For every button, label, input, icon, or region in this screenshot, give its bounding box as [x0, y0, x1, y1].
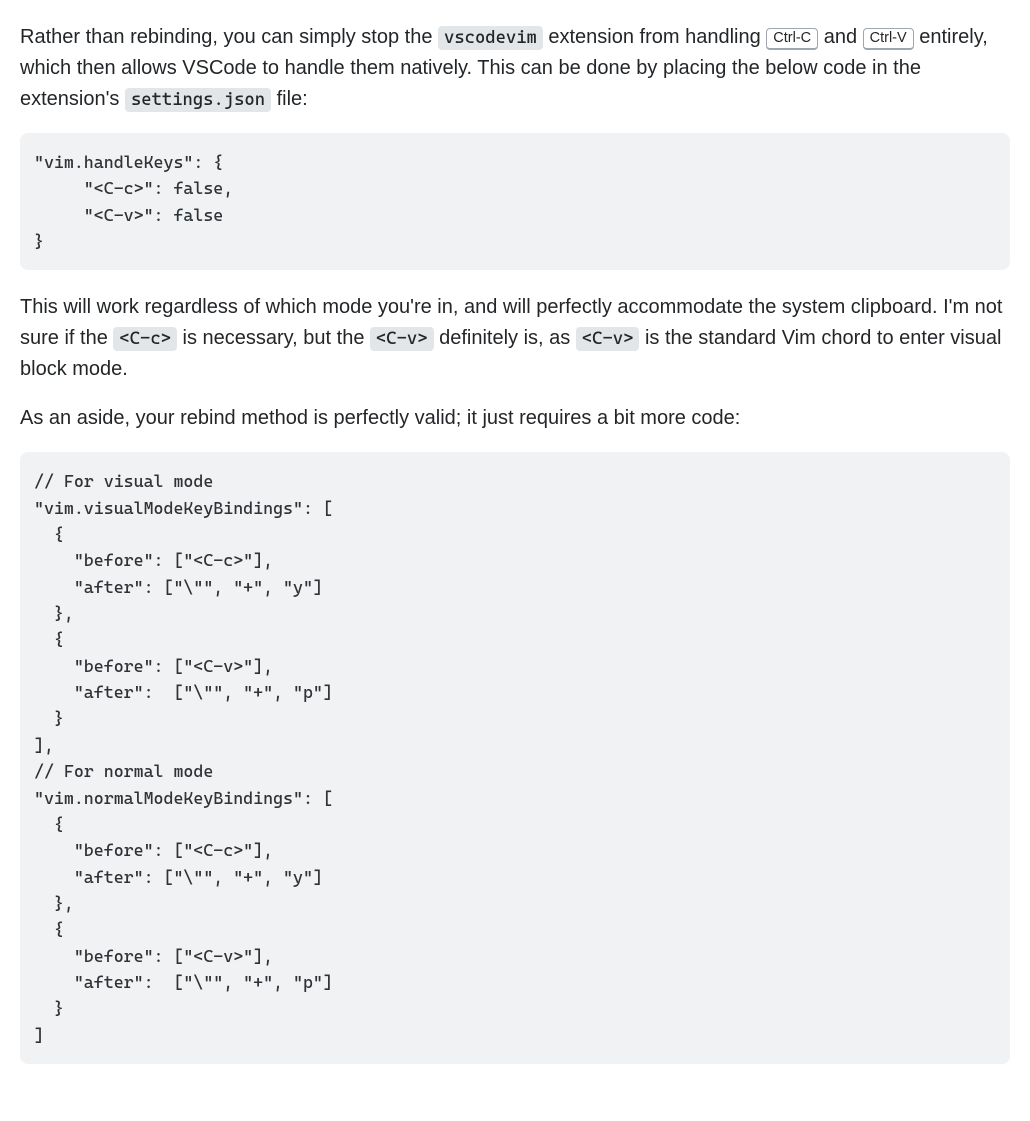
inline-code-settings-json: settings.json [125, 88, 271, 112]
code-block-keybindings[interactable]: // For visual mode "vim.visualModeKeyBin… [20, 452, 1010, 1064]
paragraph-2: This will work regardless of which mode … [20, 292, 1010, 385]
text: definitely is, as [434, 327, 576, 349]
kbd-ctrl-v: Ctrl-V [863, 28, 914, 50]
inline-code-vscodevim: vscodevim [438, 26, 543, 50]
inline-code-c-c: <C-c> [113, 327, 177, 351]
code-block-handlekeys[interactable]: "vim.handleKeys": { "<C-c>": false, "<C-… [20, 133, 1010, 270]
paragraph-3: As an aside, your rebind method is perfe… [20, 403, 1010, 434]
text: is necessary, but the [177, 327, 370, 349]
inline-code-c-v: <C-v> [370, 327, 434, 351]
inline-code-c-v-2: <C-v> [576, 327, 640, 351]
answer-container: Rather than rebinding, you can simply st… [0, 0, 1030, 1108]
text: Rather than rebinding, you can simply st… [20, 26, 438, 48]
text: extension from handling [543, 26, 766, 48]
kbd-ctrl-c: Ctrl-C [766, 28, 818, 50]
text: file: [271, 88, 308, 110]
text: As an aside, your rebind method is perfe… [20, 407, 740, 429]
paragraph-1: Rather than rebinding, you can simply st… [20, 22, 1010, 115]
text: and [818, 26, 862, 48]
